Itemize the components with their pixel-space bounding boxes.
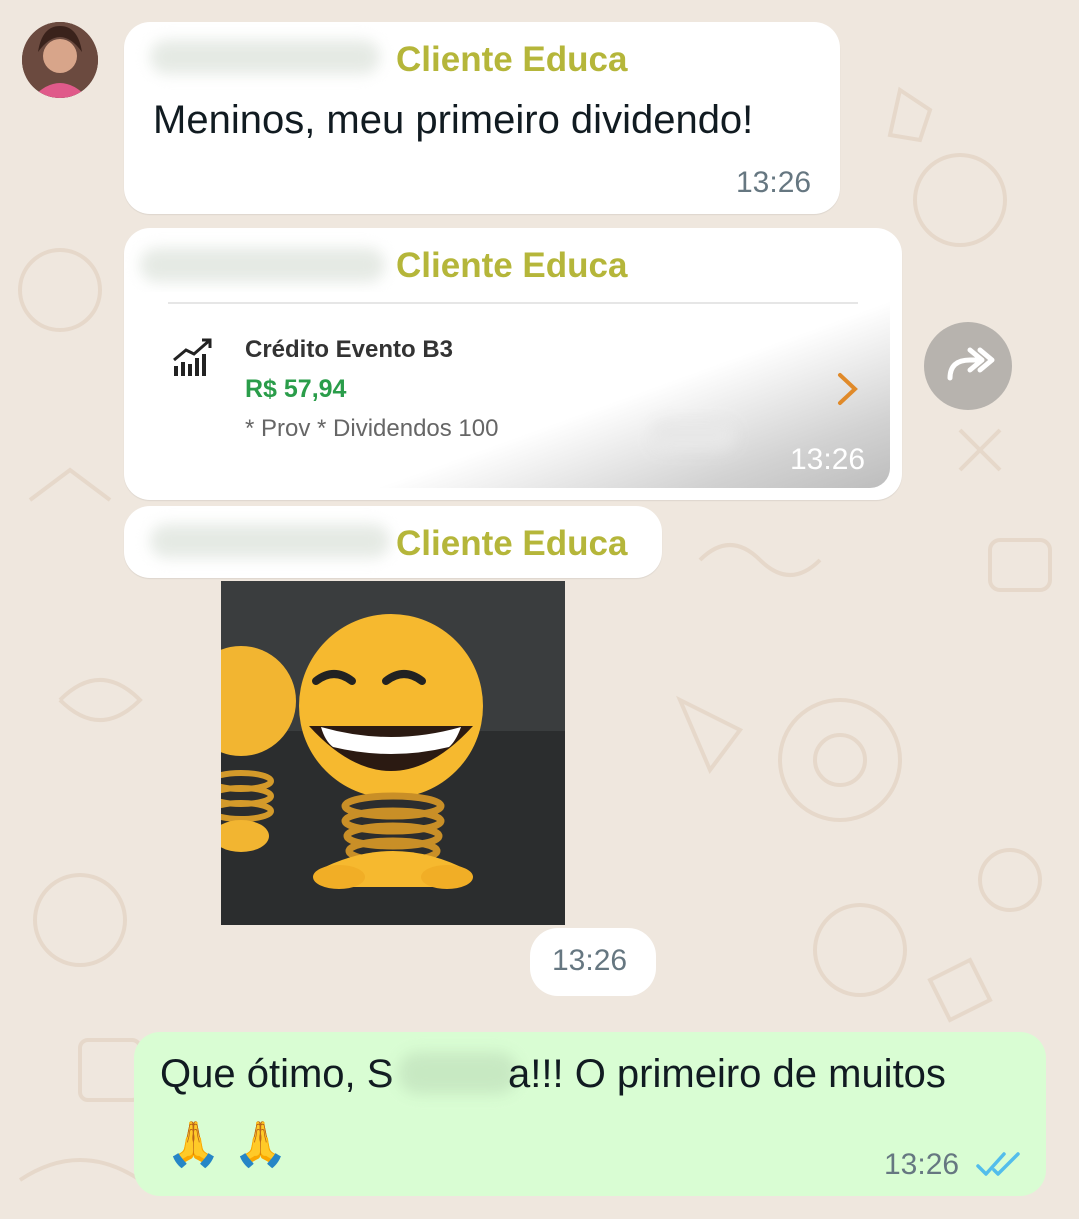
message-text: Meninos, meu primeiro dividendo! — [153, 98, 754, 142]
card-divider — [168, 302, 858, 304]
forward-button[interactable] — [924, 322, 1012, 410]
sticker-laughing-emoji[interactable] — [221, 581, 565, 925]
trend-chart-icon — [173, 338, 212, 376]
sender-name: Cliente Educa — [396, 246, 628, 285]
redacted-area — [650, 420, 735, 450]
avatar-photo — [22, 22, 98, 98]
redacted-sender-name — [150, 524, 390, 558]
message-time: 13:26 — [884, 1148, 960, 1181]
card-title: Crédito Evento B3 — [245, 336, 454, 363]
reply-text-end: a!!! O primeiro de muitos — [508, 1052, 946, 1096]
reply-emojis: 🙏 🙏 — [166, 1120, 288, 1169]
card-amount: R$ 57,94 — [245, 375, 347, 403]
sender-name: Cliente Educa — [396, 524, 628, 563]
sender-name: Cliente Educa — [396, 40, 628, 79]
card-subtitle: * Prov * Dividendos 100 — [245, 415, 499, 442]
redacted-name — [398, 1052, 518, 1094]
double-check-icon — [976, 1152, 1020, 1176]
sender-avatar[interactable] — [22, 22, 98, 98]
redacted-sender-name — [150, 40, 380, 74]
redacted-sender-name — [140, 248, 385, 282]
message-time: 13:26 — [552, 944, 628, 977]
message-time: 13:26 — [790, 443, 866, 476]
forward-double-arrow-icon — [947, 347, 995, 381]
message-time: 13:26 — [736, 166, 812, 199]
reply-text-start: Que ótimo, S — [160, 1052, 394, 1096]
chevron-right-icon[interactable] — [836, 372, 860, 406]
